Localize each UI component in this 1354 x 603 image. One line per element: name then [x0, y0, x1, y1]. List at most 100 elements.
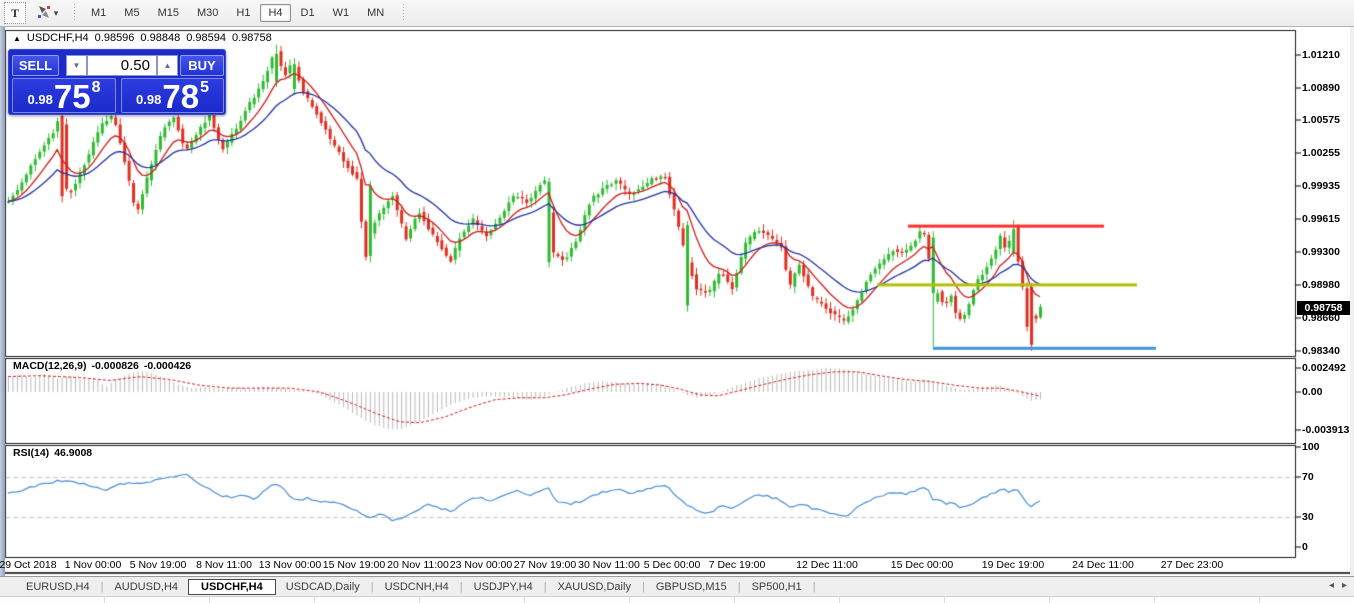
tab-audusd-h4[interactable]: AUDUSD,H4 [104, 580, 188, 594]
time-axis-label: 30 Nov 11:00 [578, 559, 640, 571]
window-left-edge [0, 27, 5, 576]
price-axis-label: 1.01210 [1302, 49, 1340, 61]
tab-eurusd-h4[interactable]: EURUSD,H4 [16, 580, 100, 594]
low-value: 0.98594 [186, 32, 226, 44]
macd-axis-label: 0.002492 [1302, 362, 1346, 374]
timeframe-button-w1[interactable]: W1 [325, 4, 358, 22]
chart-title: ▲ USDCHF,H4 0.98596 0.98848 0.98594 0.98… [13, 32, 272, 44]
time-axis-label: 23 Nov 00:00 [450, 559, 512, 571]
time-axis-label: 15 Nov 19:00 [323, 559, 385, 571]
time-axis-label: 27 Dec 23:00 [1161, 559, 1223, 571]
buy-price-pip: 5 [200, 79, 209, 97]
lot-size-input[interactable]: 0.50 [87, 55, 157, 76]
rsi-axis-label: 100 [1302, 441, 1320, 453]
tab-xauusd-daily[interactable]: XAUUSD,Daily [548, 580, 641, 594]
price-axis-label: 0.98340 [1302, 345, 1340, 357]
tab-separator: | [371, 581, 374, 593]
buy-price-prefix: 0.98 [136, 92, 161, 107]
macd-main-value: -0.000826 [92, 360, 139, 372]
time-axis-label: 27 Nov 19:00 [514, 559, 576, 571]
buy-price-display[interactable]: 0.98 78 5 [121, 78, 224, 113]
tab-scroll-left-icon[interactable]: ◂ [1329, 580, 1334, 591]
tab-usdchf-h4[interactable]: USDCHF,H4 [188, 579, 276, 595]
price-axis-label: 1.00255 [1302, 147, 1340, 159]
open-value: 0.98596 [95, 32, 135, 44]
chevron-down-icon: ▾ [54, 8, 59, 19]
macd-signal-value: -0.000426 [144, 360, 191, 372]
tab-separator: | [813, 581, 816, 593]
tab-usdcad-daily[interactable]: USDCAD,Daily [276, 580, 370, 594]
timeframe-button-m30[interactable]: M30 [189, 4, 226, 22]
toolbar-grip[interactable] [401, 4, 405, 22]
timeframe-button-m1[interactable]: M1 [83, 4, 114, 22]
sell-price-big: 75 [54, 83, 91, 110]
macd-axis-label: -0.003913 [1302, 424, 1349, 436]
symbol-timeframe-label: USDCHF,H4 [27, 32, 89, 44]
rsi-value: 46.9008 [54, 447, 92, 459]
tab-separator: | [642, 581, 645, 593]
collapse-icon[interactable]: ▲ [13, 34, 21, 43]
mt4-window: T ▾ M1M5M15M30H1H4D1W1MN ▲ USDCHF,H4 0.9… [0, 0, 1354, 603]
price-axis-label: 0.98980 [1302, 279, 1340, 291]
high-value: 0.98848 [140, 32, 180, 44]
price-axis-label: 0.99300 [1302, 246, 1340, 258]
time-axis-label: 5 Dec 00:00 [644, 559, 701, 571]
buy-price-big: 78 [162, 83, 199, 110]
window-right-edge [1350, 27, 1354, 576]
text-tool-icon: T [11, 6, 19, 21]
lot-increase-button[interactable]: ▲ [157, 55, 178, 76]
tab-scroll-right-icon[interactable]: ▸ [1342, 580, 1347, 591]
toolbar-grip[interactable] [72, 4, 76, 22]
rsi-pane-label: RSI(14) 46.9008 [13, 447, 92, 459]
timeframe-toolbar: M1M5M15M30H1H4D1W1MN [82, 4, 393, 22]
price-axis-label: 1.00890 [1302, 82, 1340, 94]
sell-price-display[interactable]: 0.98 75 8 [12, 78, 116, 113]
toolbar: T ▾ M1M5M15M30H1H4D1W1MN [0, 0, 1354, 27]
time-axis-label: 8 Nov 11:00 [196, 559, 252, 571]
lot-decrease-button[interactable]: ▼ [66, 55, 87, 76]
macd-name: MACD(12,26,9) [13, 360, 87, 372]
spinner-down-icon: ▼ [73, 61, 81, 70]
time-axis-label: 15 Dec 00:00 [891, 559, 953, 571]
timeframe-button-h4[interactable]: H4 [260, 4, 290, 22]
status-strip [0, 596, 1354, 603]
macd-axis-label: 0.00 [1302, 386, 1322, 398]
timeframe-button-m15[interactable]: M15 [150, 4, 187, 22]
time-axis-label: 7 Dec 19:00 [709, 559, 766, 571]
tab-gbpusd-m15[interactable]: GBPUSD,M15 [646, 580, 737, 594]
tab-separator: | [460, 581, 463, 593]
tab-usdjpy-h4[interactable]: USDJPY,H4 [464, 580, 543, 594]
time-axis-label: 24 Dec 11:00 [1072, 559, 1134, 571]
tab-separator: | [738, 581, 741, 593]
close-value: 0.98758 [232, 32, 272, 44]
buy-button[interactable]: BUY [180, 55, 224, 76]
sell-price-pip: 8 [92, 79, 101, 97]
time-axis-label: 5 Nov 19:00 [130, 559, 187, 571]
spinner-up-icon: ▲ [164, 61, 172, 70]
price-axis-label: 0.99935 [1302, 180, 1340, 192]
time-axis-label: 13 Nov 00:00 [259, 559, 321, 571]
one-click-trading-panel: SELL ▼ 0.50 ▲ BUY 0.98 75 8 0.98 78 5 [8, 49, 226, 115]
sell-button[interactable]: SELL [12, 55, 59, 76]
rsi-name: RSI(14) [13, 447, 49, 459]
tab-usdcnh-h4[interactable]: USDCNH,H4 [375, 580, 459, 594]
text-label-tool-button[interactable]: T [4, 2, 26, 24]
time-axis-label: 29 Oct 2018 [0, 559, 57, 571]
tab-sp500-h1[interactable]: SP500,H1 [742, 580, 812, 594]
chart-tab-bar: EURUSD,H4|AUDUSD,H4USDCHF,H4USDCAD,Daily… [0, 576, 1354, 596]
arrow-tools-button[interactable]: ▾ [30, 3, 64, 23]
timeframe-button-m5[interactable]: M5 [116, 4, 147, 22]
arrow-tools-icon [36, 4, 52, 23]
timeframe-button-h1[interactable]: H1 [228, 4, 258, 22]
rsi-axis-label: 0 [1302, 541, 1308, 553]
sell-price-prefix: 0.98 [28, 92, 53, 107]
price-axis-label: 0.99615 [1302, 213, 1340, 225]
rsi-axis-label: 30 [1302, 511, 1314, 523]
timeframe-button-d1[interactable]: D1 [293, 4, 323, 22]
tab-separator: | [101, 581, 104, 593]
macd-pane-label: MACD(12,26,9) -0.000826 -0.000426 [13, 360, 191, 372]
timeframe-button-mn[interactable]: MN [359, 4, 392, 22]
time-axis-label: 19 Dec 19:00 [982, 559, 1044, 571]
rsi-axis-label: 70 [1302, 471, 1314, 483]
time-axis-label: 20 Nov 11:00 [387, 559, 449, 571]
